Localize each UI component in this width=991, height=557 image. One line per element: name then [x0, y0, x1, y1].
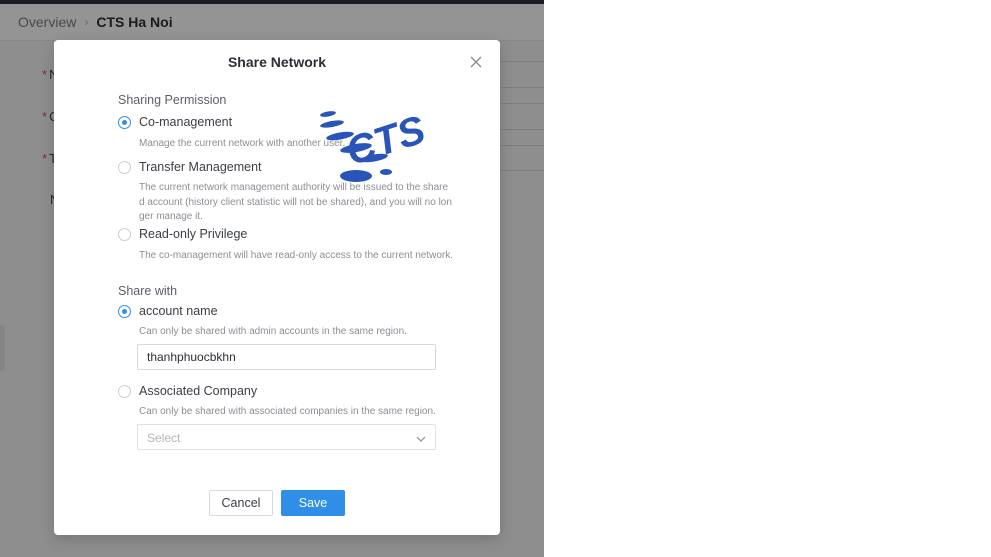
transfer-management-description: The current network management authority… — [139, 181, 459, 225]
cancel-button[interactable]: Cancel — [209, 490, 273, 516]
radio-unchecked-icon[interactable] — [118, 384, 131, 398]
radio-checked-icon[interactable] — [118, 304, 131, 318]
company-select-placeholder: Select — [147, 431, 181, 445]
watermark-text: CTS — [341, 107, 431, 174]
description-line: ger manage it. — [139, 211, 203, 222]
dialog-title: Share Network — [227, 54, 327, 70]
radio-read-only-privilege[interactable]: Read-only Privilege — [118, 227, 247, 241]
account-name-input[interactable] — [137, 344, 436, 370]
radio-co-management[interactable]: Co-management — [118, 115, 232, 129]
share-with-label: Share with — [118, 284, 178, 298]
associated-company-description: Can only be shared with associated compa… — [139, 406, 436, 417]
transfer-management-label: Transfer Management — [139, 160, 262, 174]
description-line: d account (history client statistic will… — [139, 196, 452, 208]
associated-company-label: Associated Company — [139, 384, 258, 398]
cts-watermark-logo: CTS — [318, 100, 464, 186]
account-name-label: account name — [139, 304, 218, 318]
radio-checked-icon[interactable] — [118, 115, 131, 129]
company-select[interactable]: Select — [137, 424, 436, 450]
radio-unchecked-icon[interactable] — [118, 160, 131, 174]
radio-account-name[interactable]: account name — [118, 304, 218, 318]
radio-transfer-management[interactable]: Transfer Management — [118, 160, 262, 174]
close-icon[interactable] — [468, 54, 484, 70]
read-only-description: The co-management will have read-only ac… — [139, 250, 454, 261]
read-only-privilege-label: Read-only Privilege — [139, 227, 248, 241]
app-window: Overview › CTS Ha Noi *N *C *T N Share N… — [0, 0, 544, 557]
sharing-permission-label: Sharing Permission — [118, 93, 227, 107]
chevron-down-icon — [415, 432, 427, 444]
radio-associated-company[interactable]: Associated Company — [118, 384, 257, 398]
save-button[interactable]: Save — [281, 490, 345, 516]
co-management-label: Co-management — [139, 115, 233, 129]
account-name-description: Can only be shared with admin accounts i… — [139, 326, 407, 337]
radio-unchecked-icon[interactable] — [118, 227, 131, 241]
